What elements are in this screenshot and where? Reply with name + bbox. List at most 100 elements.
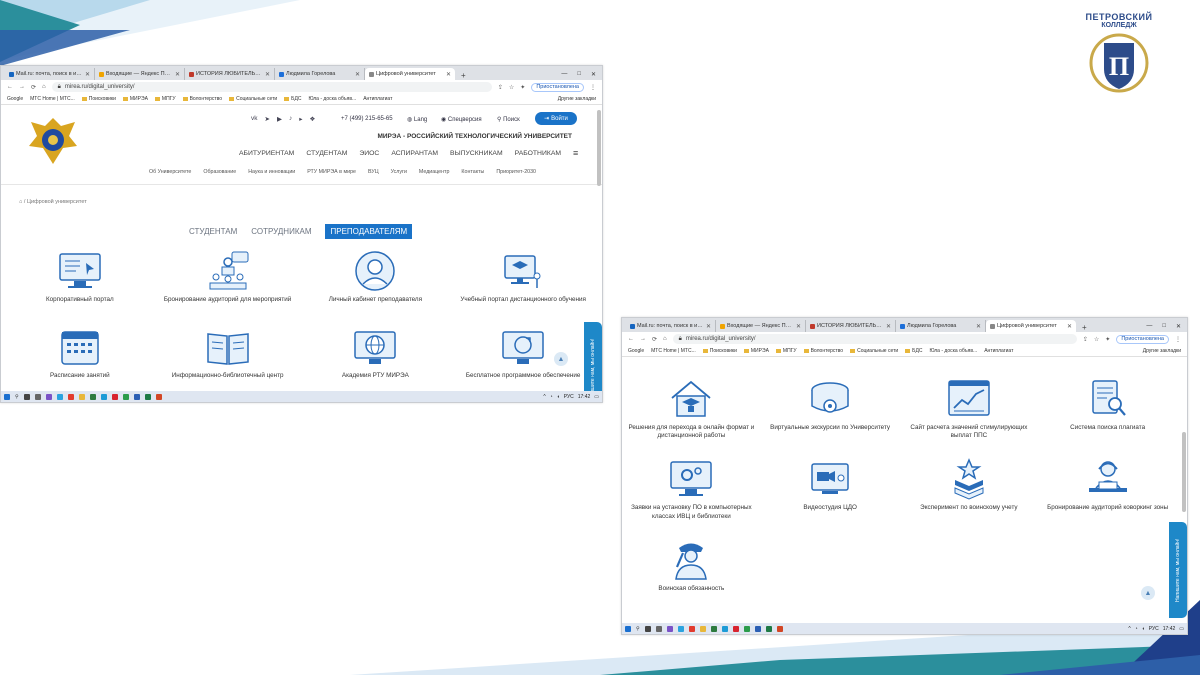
edge-icon[interactable]: [721, 625, 728, 632]
close-icon[interactable]: ✕: [175, 71, 180, 78]
telegram-icon[interactable]: [56, 393, 63, 400]
service-card[interactable]: Система поиска плагиата: [1038, 378, 1177, 440]
close-icon[interactable]: ✕: [355, 71, 360, 78]
bookmark-item[interactable]: МТС Home | МТС...: [30, 96, 75, 102]
viber-icon[interactable]: [666, 625, 673, 632]
share-icon[interactable]: ⇪: [1083, 336, 1088, 343]
subnav-item[interactable]: Приоритет-2030: [496, 169, 536, 175]
nav-graduates[interactable]: ВЫПУСКНИКАМ: [450, 150, 503, 157]
close-icon[interactable]: ✕: [886, 323, 891, 330]
chat-widget-button[interactable]: Напишите нам, мы онлайн!: [1169, 522, 1187, 618]
maximize-button[interactable]: □: [1162, 323, 1166, 330]
word-icon[interactable]: [133, 393, 140, 400]
task-view-icon[interactable]: [23, 393, 30, 400]
bookmark-item[interactable]: Антиплагиат: [984, 348, 1013, 354]
service-card[interactable]: Виртуальные экскурсии по Университету: [761, 378, 900, 440]
extensions-icon[interactable]: ✦: [1105, 336, 1110, 343]
volume-icon[interactable]: ◖: [1142, 626, 1145, 632]
subnav-item[interactable]: Об Университете: [149, 169, 191, 175]
chevron-up-icon[interactable]: ^: [1128, 626, 1130, 632]
chat-widget-button[interactable]: Напишите нам, мы онлайн!: [584, 322, 602, 391]
subnav-item[interactable]: Услуги: [391, 169, 407, 175]
other-bookmarks[interactable]: Другие закладки: [558, 96, 596, 102]
excel-icon[interactable]: [765, 625, 772, 632]
bookmark-folder[interactable]: Поисковики: [702, 348, 737, 354]
back-icon[interactable]: ←: [628, 336, 634, 342]
bookmark-folder[interactable]: БДС: [905, 348, 922, 354]
vk-icon[interactable]: vk: [251, 115, 258, 123]
service-card[interactable]: Расписание занятий: [6, 326, 154, 380]
chrome-icon[interactable]: [122, 393, 129, 400]
start-icon[interactable]: [4, 393, 10, 400]
tab-teachers[interactable]: ПРЕПОДАВАТЕЛЯМ: [325, 224, 413, 239]
network-icon[interactable]: ◔: [550, 394, 553, 400]
store-icon[interactable]: [710, 625, 717, 632]
home-icon[interactable]: ⌂: [19, 199, 22, 205]
chrome-icon[interactable]: [743, 625, 750, 632]
menu-icon[interactable]: ⋮: [1175, 336, 1181, 343]
subnav-item[interactable]: Образование: [203, 169, 236, 175]
service-card[interactable]: Эксперимент по воинскому учету: [900, 458, 1039, 520]
service-card[interactable]: Воинская обязанность: [622, 539, 761, 593]
subnav-item[interactable]: РТУ МИРЭА в мире: [307, 169, 356, 175]
bookmark-folder[interactable]: МПГУ: [154, 96, 176, 102]
browser-tab[interactable]: Людмила Горелова ✕: [275, 68, 365, 80]
bookmark-item[interactable]: Антиплагиат: [363, 96, 392, 102]
powerpoint-icon[interactable]: [155, 393, 162, 400]
browser-tab[interactable]: Mail.ru: почта, поиск в инте ✕: [626, 320, 716, 332]
close-icon[interactable]: ✕: [706, 323, 711, 330]
powerpoint-icon[interactable]: [776, 625, 783, 632]
service-card[interactable]: Бесплатное программное обеспечение: [449, 326, 597, 380]
menu-icon[interactable]: ⋮: [590, 84, 596, 91]
service-card[interactable]: Информационно-библиотечный центр: [154, 326, 302, 380]
network-icon[interactable]: ◔: [1135, 626, 1138, 632]
bookmark-folder[interactable]: БДС: [284, 96, 301, 102]
bookmark-folder[interactable]: Поисковики: [81, 96, 116, 102]
clock[interactable]: 17:42: [1163, 626, 1176, 632]
new-tab-button[interactable]: +: [1076, 323, 1093, 332]
bookmark-item[interactable]: Юла - доска объяв...: [929, 348, 977, 354]
browser-tab[interactable]: Mail.ru: почта, поиск в инте ✕: [5, 68, 95, 80]
url-field[interactable]: 🔒︎ mirea.ru/digital_university/: [672, 334, 1077, 344]
star-icon[interactable]: ☆: [509, 84, 514, 91]
explorer-icon[interactable]: [78, 393, 85, 400]
site-phone[interactable]: +7 (499) 215-65-65: [341, 116, 393, 122]
service-card[interactable]: Академия РТУ МИРЭА: [302, 326, 450, 380]
close-icon[interactable]: ✕: [796, 323, 801, 330]
task-view-icon[interactable]: [644, 625, 651, 632]
maximize-button[interactable]: □: [577, 71, 581, 78]
telegram-icon[interactable]: [677, 625, 684, 632]
reload-icon[interactable]: ⟳: [652, 336, 657, 343]
volume-icon[interactable]: ◖: [557, 394, 560, 400]
back-icon[interactable]: ←: [7, 84, 13, 90]
yandex-icon[interactable]: [688, 625, 695, 632]
scrollbar-thumb[interactable]: [1182, 432, 1186, 512]
close-window-button[interactable]: ✕: [1176, 323, 1181, 330]
tab-staff[interactable]: СОТРУДНИКАМ: [251, 227, 311, 236]
opera-icon[interactable]: [111, 393, 118, 400]
bookmark-folder[interactable]: Волонтерство: [182, 96, 222, 102]
scrollbar-thumb[interactable]: [597, 110, 601, 186]
close-icon[interactable]: ✕: [1067, 323, 1072, 330]
tab-students[interactable]: СТУДЕНТАМ: [189, 227, 237, 236]
browser-tab-active[interactable]: Цифровой университет ✕: [365, 68, 455, 80]
bookmark-folder[interactable]: МИРЭА: [122, 96, 148, 102]
bookmark-item[interactable]: Google: [7, 96, 23, 102]
search-icon[interactable]: ⚲: [636, 626, 640, 632]
service-card[interactable]: Видеостудия ЦДО: [761, 458, 900, 520]
rutube-icon[interactable]: ▸: [299, 115, 302, 123]
browser-tab[interactable]: Входящие — Яндекс Почта ✕: [95, 68, 185, 80]
special-version-link[interactable]: ◉ Спецверсия: [441, 116, 482, 123]
close-icon[interactable]: ✕: [85, 71, 90, 78]
bookmark-folder[interactable]: МПГУ: [775, 348, 797, 354]
service-card[interactable]: Личный кабинет преподавателя: [302, 250, 450, 304]
keyboard-language[interactable]: РУС: [564, 394, 574, 400]
subnav-item[interactable]: ВУЦ: [368, 169, 379, 175]
search-icon[interactable]: ⚲: [15, 394, 19, 400]
keyboard-language[interactable]: РУС: [1149, 626, 1159, 632]
other-bookmarks[interactable]: Другие закладки: [1143, 348, 1181, 354]
star-icon[interactable]: ☆: [1094, 336, 1099, 343]
browser-tab[interactable]: Людмила Горелова ✕: [896, 320, 986, 332]
scroll-to-top-button[interactable]: ▲: [554, 352, 568, 366]
service-card[interactable]: Сайт расчета значений стимулирующих выпл…: [900, 378, 1039, 440]
